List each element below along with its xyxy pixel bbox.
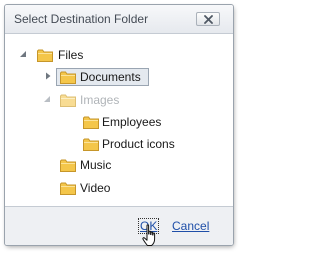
folder-icon [60,182,76,195]
tree-node-label: Video [80,181,111,195]
collapsed-triangle-icon[interactable] [44,72,52,80]
tree-node-label: Images [80,93,120,107]
expanded-triangle-icon[interactable] [19,50,27,58]
folder-icon [83,116,99,129]
tree-node-images[interactable]: Images [5,90,233,110]
folder-icon [60,71,76,84]
tree-node-label: Files [58,48,84,62]
select-destination-folder-dialog: Select Destination Folder Files Document… [4,4,234,246]
cancel-button[interactable]: Cancel [172,219,209,233]
close-button[interactable] [196,12,220,26]
tree-node-files[interactable]: Files [5,45,233,65]
folder-icon [60,159,76,172]
dialog-titlebar: Select Destination Folder [5,5,233,34]
tree-node-label: Employees [102,115,162,129]
tree-node-product-icons[interactable]: Product icons [5,134,233,154]
dialog-footer: OK Cancel [5,206,233,245]
tree-node-label: Documents [80,70,141,84]
tree-node-label: Music [80,158,112,172]
tree-node-employees[interactable]: Employees [5,112,233,132]
tree-node-documents[interactable]: Documents [5,67,233,87]
tree-node-music[interactable]: Music [5,155,233,175]
close-icon [204,15,213,24]
tree-node-video[interactable]: Video [5,178,233,198]
tree-node-label: Product icons [102,137,175,151]
folder-icon [37,49,53,62]
expanded-triangle-icon[interactable] [43,95,51,103]
hand-pointer-cursor-icon [142,224,156,246]
dialog-title: Select Destination Folder [14,12,149,26]
folder-icon [83,138,99,151]
folder-tree: Files Documents Images Employees Product… [5,34,233,204]
folder-icon [60,94,76,107]
